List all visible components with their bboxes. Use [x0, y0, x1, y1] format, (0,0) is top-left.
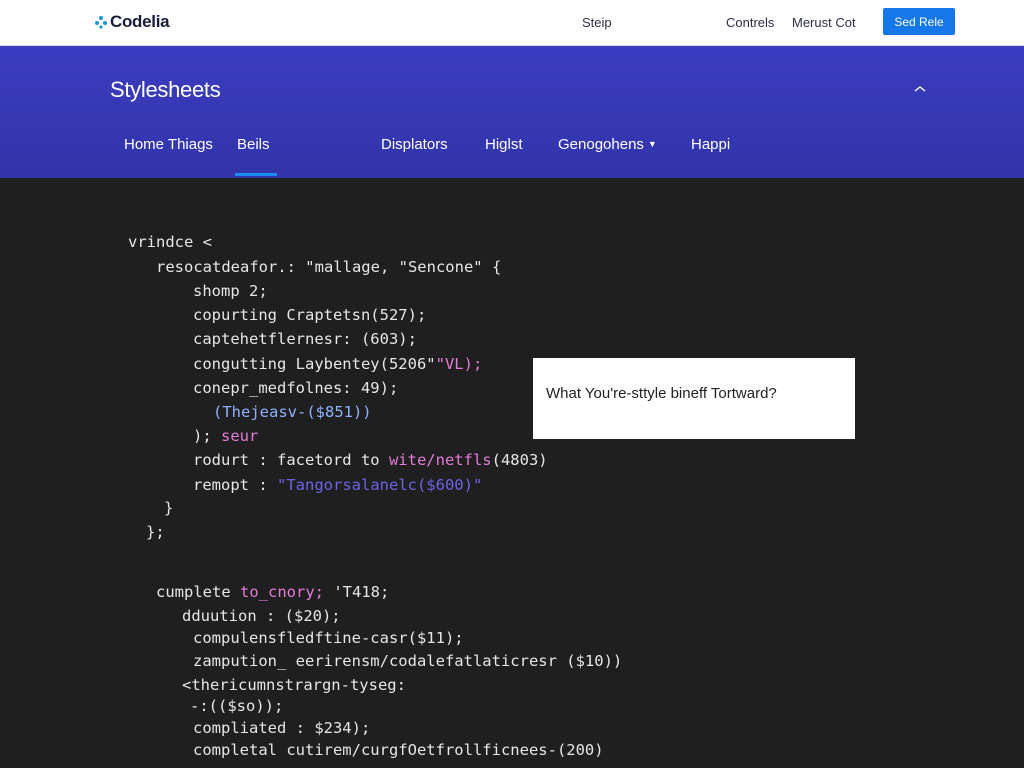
code-editor[interactable]: vrindce < resocatdeafor.: "mallage, "Sen…	[0, 178, 1024, 768]
nav-link-merust-cot[interactable]: Merust Cot	[792, 15, 856, 30]
code-line: }	[164, 499, 174, 517]
page-header: Stylesheets Home Thiags Beils Displators…	[0, 46, 1024, 178]
code-line: congutting Laybentey(5206""VL);	[193, 355, 483, 373]
tab-genogohens[interactable]: Genogohens ▼	[558, 136, 657, 153]
tab-home-thiags[interactable]: Home Thiags	[124, 136, 213, 153]
code-line: (Thejeasv-($851))	[213, 403, 372, 421]
page-title: Stylesheets	[110, 77, 221, 102]
top-navbar: Codelia Steip Contrels Merust Cot Sed Re…	[0, 0, 1024, 46]
nav-link-contrels[interactable]: Contrels	[726, 15, 774, 30]
nav-link-steip[interactable]: Steip	[582, 15, 612, 30]
code-line: cumplete to_cnory; 'T418;	[156, 583, 390, 601]
code-line: shomp 2;	[193, 282, 268, 300]
code-line: -:(($so));	[190, 697, 284, 715]
logo-text: Codelia	[110, 12, 170, 31]
tooltip-text: What You're-sttyle bineff Tortward?	[546, 385, 777, 402]
tab-displators[interactable]: Displators	[381, 136, 448, 153]
code-line: remopt : "Tangorsalanelc($600)"	[193, 476, 483, 494]
code-line: copurting Craptetsn(527);	[193, 306, 427, 324]
code-line: dduution : ($20);	[182, 607, 341, 625]
code-line: resocatdeafor.: "mallage, "Sencone" {	[156, 258, 502, 276]
tab-genogohens-label: Genogohens	[558, 136, 644, 153]
tab-happi[interactable]: Happi	[691, 136, 730, 153]
cta-button[interactable]: Sed Rele	[883, 8, 955, 35]
code-line: ); seur	[193, 427, 259, 445]
code-line: conepr_medfolnes: 49);	[193, 379, 399, 397]
tab-higlst[interactable]: Higlst	[485, 136, 523, 153]
code-line: };	[146, 523, 165, 541]
code-line: compliated : $234);	[193, 719, 371, 737]
code-line: captehetflernesr: (603);	[193, 330, 417, 348]
code-line: rodurt : facetord to wite/netfls(4803)	[193, 451, 548, 469]
code-line: zampution_ eerirensm/codalefatlaticresr …	[193, 652, 623, 670]
active-tab-indicator	[235, 173, 277, 176]
code-line: vrindce <	[128, 233, 212, 251]
tab-beils[interactable]: Beils	[237, 136, 270, 153]
code-line: <thericumnstrargn-tyseg:	[182, 676, 406, 694]
logo[interactable]: Codelia	[94, 12, 170, 32]
chevron-down-icon: ▼	[647, 139, 657, 149]
code-line: completal cutirem/curgfOetfrollficnees-(…	[193, 741, 604, 759]
logo-icon	[95, 16, 107, 29]
tooltip-popup: What You're-sttyle bineff Tortward?	[533, 358, 855, 439]
code-line: compulensfledftine-casr($11);	[193, 629, 464, 647]
chevron-up-icon[interactable]	[911, 82, 929, 96]
